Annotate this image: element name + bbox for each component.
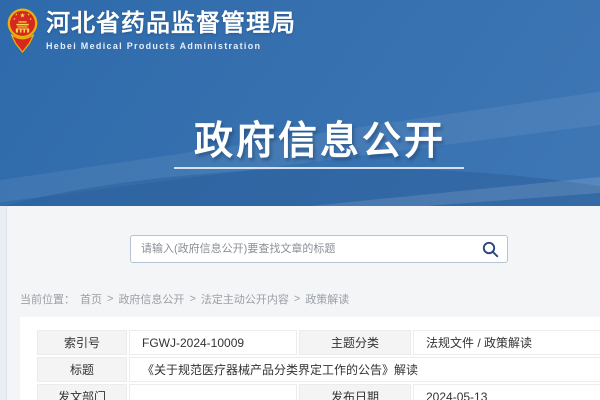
magnifier-icon — [482, 241, 499, 258]
svg-text:★: ★ — [27, 13, 30, 17]
org-name-en: Hebei Medical Products Administration — [46, 41, 296, 51]
breadcrumb-separator: > — [107, 293, 113, 305]
site-title-group: 河北省药品监督管理局 Hebei Medical Products Admini… — [46, 10, 296, 51]
title-value: 《关于规范医疗器械产品分类界定工作的公告》解读 — [129, 357, 600, 382]
page: ★ ★ ★ ★ ★ 河北省药品监督管理局 Hebei Medical Produ… — [0, 0, 600, 400]
breadcrumb-prefix: 当前位置： — [20, 291, 75, 307]
index-number-label: 索引号 — [37, 330, 127, 355]
document-meta-table: 索引号 FGWJ-2024-10009 主题分类 法规文件 / 政策解读 标题 … — [35, 328, 600, 400]
page-title: 政府信息公开 — [0, 110, 600, 166]
breadcrumb-link-home[interactable]: 首页 — [80, 291, 102, 307]
svg-text:★: ★ — [29, 17, 32, 21]
banner-underline — [174, 167, 464, 169]
breadcrumb-link-statutory-content[interactable]: 法定主动公开内容 — [201, 291, 289, 307]
publish-date-label: 发布日期 — [299, 384, 411, 400]
issuing-dept-label: 发文部门 — [37, 384, 127, 400]
topic-category-label: 主题分类 — [299, 330, 411, 355]
svg-text:★: ★ — [20, 13, 26, 20]
breadcrumb: 当前位置： 首页 > 政府信息公开 > 法定主动公开内容 > 政策解读 — [20, 291, 349, 307]
svg-text:★: ★ — [13, 17, 16, 21]
topic-category-value: 法规文件 / 政策解读 — [413, 330, 600, 355]
table-row: 索引号 FGWJ-2024-10009 主题分类 法规文件 / 政策解读 — [37, 330, 600, 355]
issuing-dept-value — [129, 384, 297, 400]
search-box — [130, 235, 508, 263]
search-input[interactable] — [131, 236, 473, 262]
org-name-zh: 河北省药品监督管理局 — [46, 10, 296, 38]
national-emblem-icon: ★ ★ ★ ★ ★ — [7, 8, 38, 53]
document-panel: 索引号 FGWJ-2024-10009 主题分类 法规文件 / 政策解读 标题 … — [20, 317, 600, 400]
breadcrumb-link-info-disclosure[interactable]: 政府信息公开 — [118, 291, 184, 307]
svg-text:★: ★ — [15, 13, 18, 17]
search-button[interactable] — [473, 236, 507, 262]
title-label: 标题 — [37, 357, 127, 382]
left-edge-strip — [0, 206, 7, 400]
blue-header: ★ ★ ★ ★ ★ 河北省药品监督管理局 Hebei Medical Produ… — [0, 0, 600, 206]
publish-date-value: 2024-05-13 — [413, 384, 600, 400]
table-row: 标题 《关于规范医疗器械产品分类界定工作的公告》解读 — [37, 357, 600, 382]
breadcrumb-separator: > — [189, 293, 195, 305]
breadcrumb-separator: > — [294, 293, 300, 305]
table-row: 发文部门 发布日期 2024-05-13 — [37, 384, 600, 400]
site-logo[interactable]: ★ ★ ★ ★ ★ 河北省药品监督管理局 Hebei Medical Produ… — [7, 8, 296, 53]
index-number-value: FGWJ-2024-10009 — [129, 330, 297, 355]
breadcrumb-link-policy-interpretation[interactable]: 政策解读 — [305, 291, 349, 307]
